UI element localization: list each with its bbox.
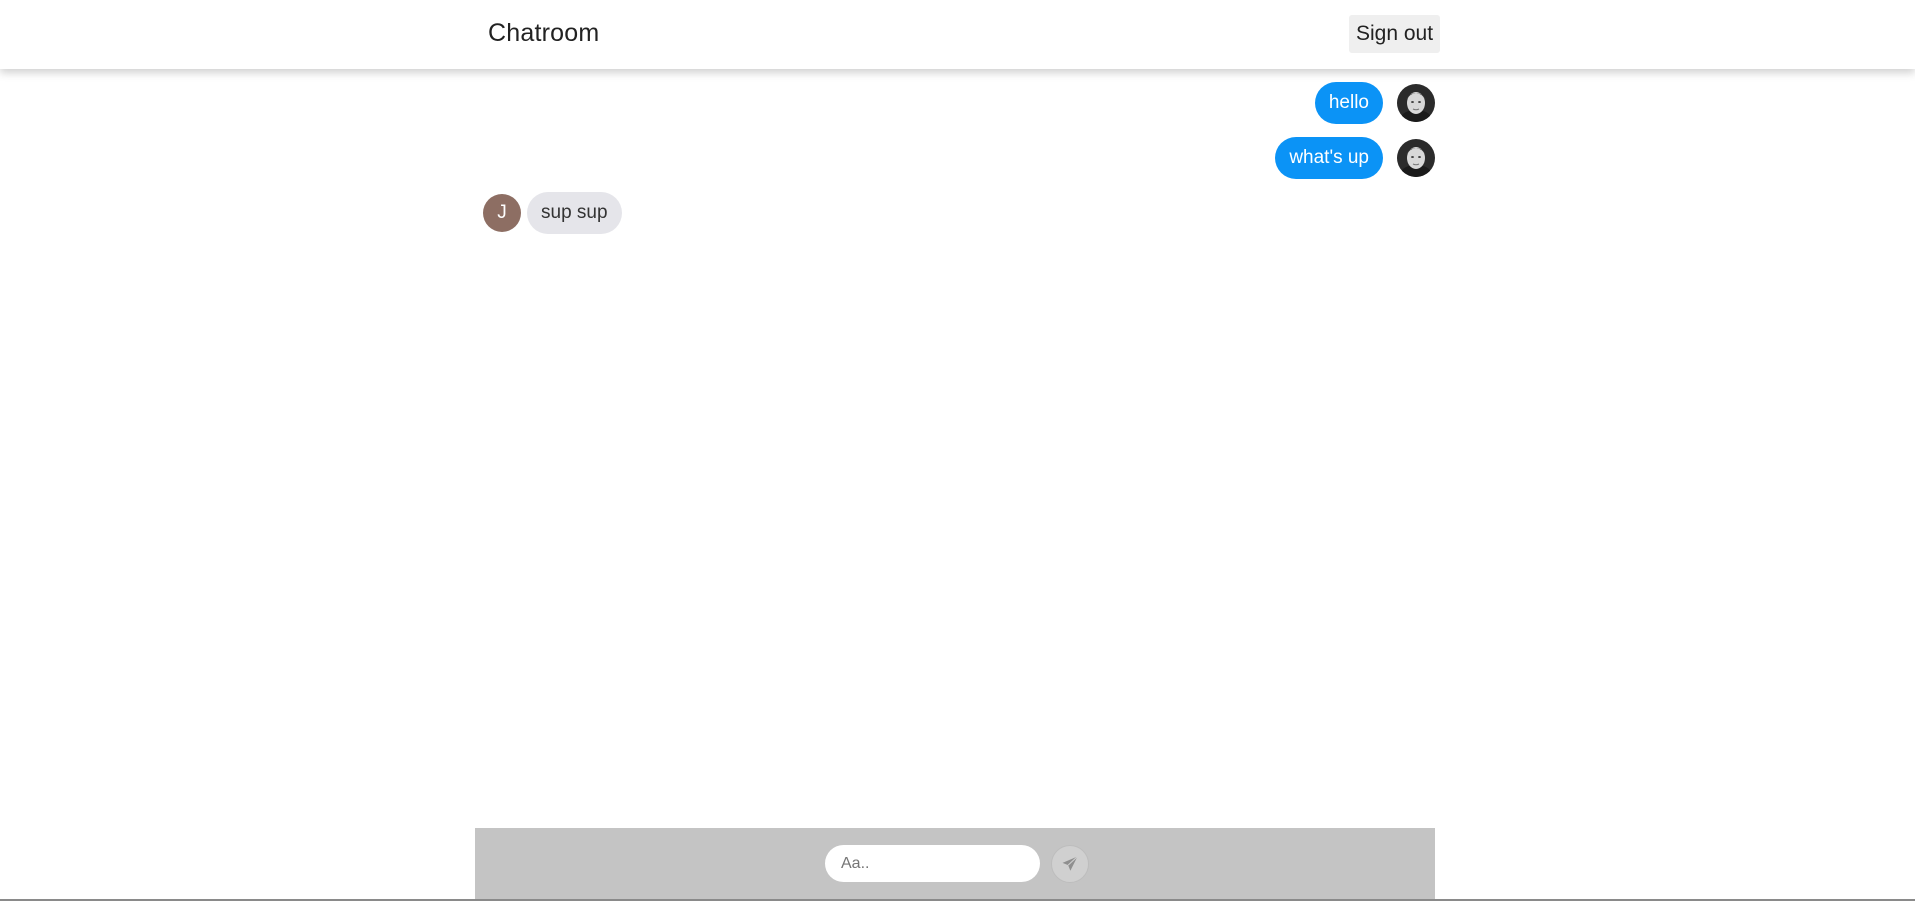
- avatar-initial: J: [483, 194, 521, 232]
- received-message-bubble: sup sup: [527, 192, 622, 234]
- app-title: Chatroom: [488, 19, 600, 47]
- message-row: J sup sup: [475, 191, 1435, 235]
- avatar: [1397, 139, 1435, 177]
- message-row: what's up: [475, 136, 1435, 180]
- paper-plane-icon: [1062, 856, 1078, 871]
- sign-out-button[interactable]: Sign out: [1349, 15, 1440, 53]
- message-row: hello: [475, 81, 1435, 125]
- send-button[interactable]: [1051, 845, 1089, 883]
- app-header: Chatroom Sign out: [0, 0, 1915, 69]
- message-list: hello what's up J sup sup: [475, 69, 1435, 828]
- message-input[interactable]: [825, 845, 1040, 882]
- sent-message-bubble: hello: [1314, 82, 1383, 124]
- message-composer: [475, 828, 1435, 901]
- avatar: [1397, 84, 1435, 122]
- sent-message-bubble: what's up: [1275, 137, 1383, 179]
